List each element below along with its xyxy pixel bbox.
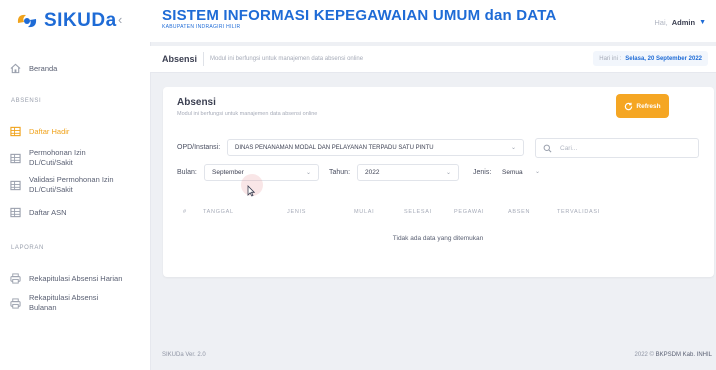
divider bbox=[203, 52, 204, 66]
top-header: SISTEM INFORMASI KEPEGAWAIAN UMUM dan DA… bbox=[150, 0, 716, 42]
sidebar-item-label: Rekapitulasi Absensi Harian bbox=[29, 273, 123, 283]
table-icon bbox=[10, 207, 21, 217]
column-header[interactable]: MULAI bbox=[354, 209, 374, 215]
user-menu[interactable]: Hai, Admin ▼ bbox=[654, 18, 706, 27]
empty-state: Tidak ada data yang ditemukan bbox=[392, 235, 484, 242]
column-header[interactable]: TANGGAL bbox=[203, 209, 234, 215]
card-title: Absensi bbox=[177, 97, 216, 108]
tahun-value: 2022 bbox=[365, 169, 380, 176]
app-subtitle: KABUPATEN INDRAGIRI HILIR bbox=[162, 24, 241, 30]
table-icon bbox=[10, 180, 21, 190]
footer: SIKUDa Ver. 2.0 2022 © BKPSDM Kab. INHIL bbox=[150, 346, 716, 364]
printer-icon bbox=[10, 272, 21, 284]
sidebar-item-label: Rekapitulasi Absensi Bulanan bbox=[29, 293, 99, 312]
sidebar-item-rekap-bulanan[interactable]: Rekapitulasi Absensi Bulanan bbox=[0, 291, 150, 315]
bulan-select[interactable]: September ⌄ bbox=[204, 164, 319, 181]
refresh-icon bbox=[625, 102, 633, 110]
bulan-value: September bbox=[212, 169, 244, 176]
table-icon bbox=[10, 153, 21, 163]
sidebar-item-label: Beranda bbox=[29, 63, 58, 73]
jenis-select[interactable]: Semua ⌄ bbox=[498, 164, 550, 181]
table-icon bbox=[10, 126, 21, 136]
table-header: # TANGGAL JENIS MULAI SELESAI PEGAWAI AB… bbox=[177, 205, 699, 219]
sidebar-item-label: Daftar Hadir bbox=[29, 126, 70, 136]
sidebar-item-label: Permohonan Izin DL/Cuti/Sakit bbox=[29, 148, 86, 167]
column-header[interactable]: # bbox=[183, 209, 187, 215]
app-logo[interactable]: SIKUDa bbox=[14, 10, 117, 32]
tahun-label: Tahun: bbox=[329, 169, 351, 176]
sidebar-item-daftar-asn[interactable]: Daftar ASN bbox=[0, 205, 150, 219]
jenis-value: Semua bbox=[502, 169, 523, 176]
section-label-laporan: LAPORAN bbox=[11, 245, 44, 251]
chevron-down-icon: ⌄ bbox=[534, 169, 540, 175]
search-input[interactable] bbox=[558, 143, 682, 153]
footer-org-link[interactable]: BKPSDM Kab. INHIL bbox=[656, 352, 712, 358]
app-version: SIKUDa Ver. 2.0 bbox=[162, 352, 206, 358]
sidebar-item-rekap-harian[interactable]: Rekapitulasi Absensi Harian bbox=[0, 271, 150, 285]
absensi-card: Absensi Modul ini berfungsi untuk manaje… bbox=[163, 87, 714, 277]
column-header[interactable]: ABSEN bbox=[508, 209, 530, 215]
mouse-cursor-icon bbox=[247, 185, 255, 197]
chevron-left-icon[interactable]: ‹ bbox=[118, 12, 122, 27]
chevron-down-icon: ⌄ bbox=[445, 170, 451, 176]
column-header[interactable]: JENIS bbox=[287, 209, 306, 215]
page-title: Absensi bbox=[162, 54, 198, 64]
logo-text: SIKUDa bbox=[44, 10, 117, 31]
opd-label: OPD/Instansi: bbox=[177, 144, 221, 151]
card-description: Modul ini berfungsi untuk manajemen data… bbox=[177, 111, 318, 117]
refresh-button[interactable]: Refresh bbox=[616, 94, 669, 118]
sidebar-item-label: Validasi Permohonan Izin DL/Cuti/Sakit bbox=[29, 175, 114, 194]
app-title: SISTEM INFORMASI KEPEGAWAIAN UMUM dan DA… bbox=[162, 7, 557, 24]
bulan-label: Bulan: bbox=[177, 169, 197, 176]
date-badge: Hari ini : Selasa, 20 September 2022 bbox=[593, 51, 708, 66]
copyright: 2022 © BKPSDM Kab. INHIL bbox=[635, 352, 712, 358]
copyright-year: 2022 © bbox=[634, 352, 654, 358]
sidebar-item-beranda[interactable]: Beranda bbox=[0, 61, 150, 75]
home-icon bbox=[10, 63, 21, 73]
jenis-label: Jenis: bbox=[473, 169, 492, 176]
chevron-down-icon: ⌄ bbox=[510, 145, 516, 151]
sidebar-item-validasi-permohonan[interactable]: Validasi Permohonan Izin DL/Cuti/Sakit bbox=[0, 173, 150, 197]
logo-icon bbox=[17, 14, 37, 28]
search-icon bbox=[543, 144, 552, 152]
section-label-absensi: ABSENSI bbox=[11, 98, 42, 104]
column-header[interactable]: SELESAI bbox=[404, 209, 432, 215]
caret-down-icon: ▼ bbox=[699, 19, 706, 26]
opd-select[interactable]: DINAS PENANAMAN MODAL DAN PELAYANAN TERP… bbox=[227, 139, 524, 156]
date-label: Hari ini : bbox=[599, 55, 622, 62]
opd-value: DINAS PENANAMAN MODAL DAN PELAYANAN TERP… bbox=[235, 144, 434, 151]
column-header[interactable]: TERVALIDASI bbox=[557, 209, 600, 215]
search-box[interactable] bbox=[535, 138, 699, 158]
refresh-label: Refresh bbox=[636, 102, 661, 110]
user-name: Admin bbox=[671, 18, 696, 27]
sidebar-item-daftar-hadir[interactable]: Daftar Hadir bbox=[0, 124, 150, 138]
date-value: Selasa, 20 September 2022 bbox=[625, 55, 702, 62]
tahun-select[interactable]: 2022 ⌄ bbox=[357, 164, 459, 181]
page-description: Modul ini berfungsi untuk manajemen data… bbox=[210, 56, 364, 62]
user-greeting: Hai, bbox=[654, 18, 668, 27]
sidebar-item-label: Daftar ASN bbox=[29, 207, 67, 217]
printer-icon bbox=[10, 297, 21, 309]
sidebar: SIKUDa ‹ Beranda ABSENSI Daftar Hadir Pe… bbox=[0, 0, 151, 370]
chevron-down-icon: ⌄ bbox=[305, 170, 311, 176]
column-header[interactable]: PEGAWAI bbox=[454, 209, 484, 215]
page-subheader: Absensi Modul ini berfungsi untuk manaje… bbox=[150, 46, 716, 73]
sidebar-item-permohonan-izin[interactable]: Permohonan Izin DL/Cuti/Sakit bbox=[0, 146, 150, 170]
